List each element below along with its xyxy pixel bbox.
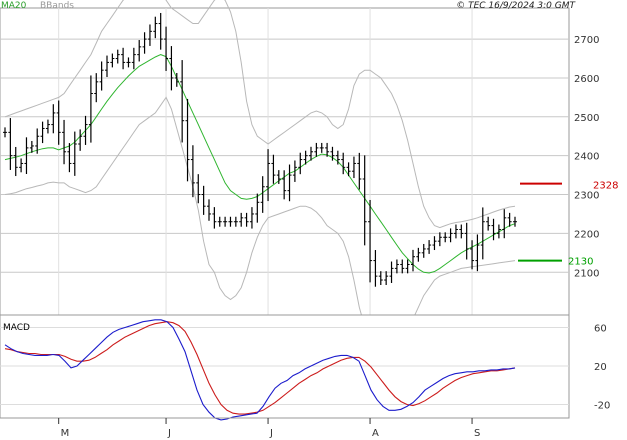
price-y-tick-label: 2100: [574, 268, 599, 279]
x-tick-label: S: [474, 428, 480, 439]
x-tick-label: A: [372, 428, 379, 439]
x-tick-label: J: [269, 428, 273, 439]
x-axis-ticks: MJJAS: [58, 418, 480, 439]
chart-canvas: 23282130 2700260025002400230022002100 60…: [0, 0, 618, 439]
macd-y-tick-label: 60: [594, 324, 607, 335]
legend-bbands: BBands: [40, 1, 74, 11]
x-axis: MJJAS: [0, 417, 569, 439]
x-tick-label: M: [61, 428, 70, 439]
legend-ma20: MA20: [1, 1, 27, 11]
price-y-tick-label: 2400: [574, 152, 599, 163]
price-panel-frame: [0, 7, 570, 316]
price-y-tick-label: 2500: [574, 113, 599, 124]
price-y-axis: 2700 2600 2500 2400 2300 2200 2100: [574, 35, 599, 279]
copyright-credit: © TEC 16/9/2024 3:0 GMT: [456, 1, 576, 11]
x-tick-label: J: [167, 428, 171, 439]
price-y-tick-label: 2300: [574, 191, 599, 202]
price-y-tick-label: 2700: [574, 35, 599, 46]
level-label-2130: 2130: [568, 257, 593, 268]
price-y-tick-label: 2200: [574, 229, 599, 240]
macd-y-tick-label: 20: [594, 362, 607, 373]
price-y-tick-label: 2600: [574, 74, 599, 85]
macd-y-tick-label: -20: [594, 401, 610, 412]
macd-panel: 60 20 -20 MACD: [0, 314, 610, 421]
macd-y-axis: 60 20 -20: [594, 324, 610, 412]
macd-panel-title: MACD: [3, 323, 30, 333]
